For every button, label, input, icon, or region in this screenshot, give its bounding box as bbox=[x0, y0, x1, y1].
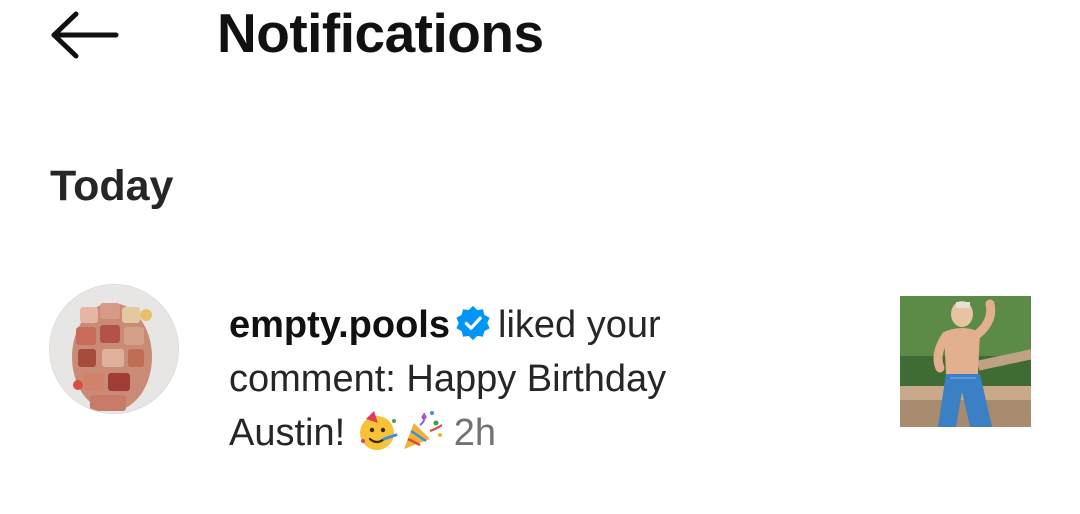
notification-item[interactable]: empty.pools liked your comment: Happy Bi… bbox=[0, 278, 1080, 458]
party-popper-emoji bbox=[403, 411, 443, 449]
page-title: Notifications bbox=[217, 2, 544, 64]
post-thumbnail-image bbox=[900, 296, 1031, 427]
top-bar: Notifications bbox=[0, 0, 1080, 70]
avatar-image bbox=[50, 285, 178, 413]
partying-face-emoji bbox=[359, 411, 398, 450]
user-avatar[interactable] bbox=[49, 284, 179, 414]
notification-text: empty.pools liked your comment: Happy Bi… bbox=[229, 298, 749, 460]
section-heading-today: Today bbox=[50, 162, 174, 210]
verified-badge-icon bbox=[456, 305, 490, 341]
post-thumbnail[interactable] bbox=[900, 296, 1031, 427]
arrow-left-icon bbox=[51, 11, 119, 59]
username-link[interactable]: empty.pools bbox=[229, 304, 450, 346]
notification-time: 2h bbox=[453, 412, 497, 454]
back-button[interactable] bbox=[44, 8, 124, 62]
